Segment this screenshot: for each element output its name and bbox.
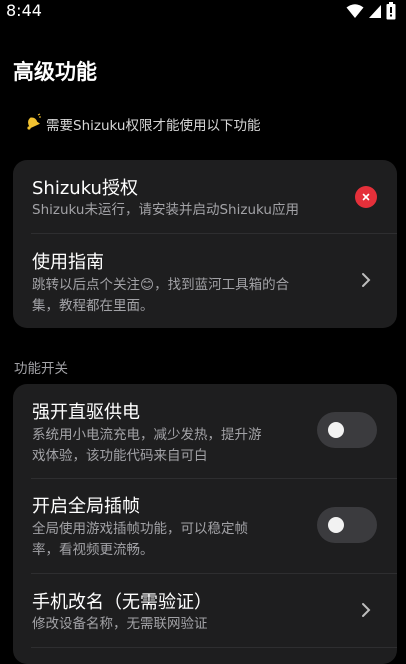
direct-power-row: 强开直驱供电 系统用小电流充电，减少发热，提升游 戏体验，该功能代码来自可白 <box>13 384 397 478</box>
shizuku-auth-desc: Shizuku未运行，请安装并启动Shizuku应用 <box>32 202 299 218</box>
usage-guide-desc-line2: 集，教程都在里面。 <box>32 298 154 314</box>
wifi-icon <box>346 3 364 23</box>
frame-interpolation-desc-line1: 全局使用游戏插帧功能，可以稳定帧 <box>32 521 248 537</box>
usage-guide-row[interactable]: 使用指南 跳转以后点个关注😊，找到蓝河工具箱的合 集，教程都在里面。 <box>13 234 397 328</box>
device-rename-row[interactable]: 手机改名（无需验证） 修改设备名称，无需联网验证 <box>13 574 397 648</box>
notice-text: 需要Shizuku权限才能使用以下功能 <box>46 118 261 134</box>
bell-icon <box>24 113 42 135</box>
chevron-right-icon <box>361 602 371 622</box>
status-bar: 8:44 <box>0 0 406 24</box>
status-icons <box>346 2 396 24</box>
frame-interpolation-row: 开启全局插帧 全局使用游戏插帧功能，可以稳定帧 率，看视频更流畅。 <box>13 479 397 573</box>
usage-guide-title: 使用指南 <box>32 252 104 273</box>
battery-icon <box>386 2 396 24</box>
toggle-knob <box>328 422 344 438</box>
signal-icon <box>368 3 382 23</box>
device-rename-desc: 修改设备名称，无需联网验证 <box>32 616 208 632</box>
toggle-knob <box>328 517 344 533</box>
direct-power-toggle[interactable] <box>317 412 377 448</box>
error-close-icon[interactable] <box>355 186 377 208</box>
status-time: 8:44 <box>6 1 42 20</box>
section-label: 功能开关 <box>14 361 68 377</box>
permission-notice: 需要Shizuku权限才能使用以下功能 <box>24 113 260 135</box>
device-rename-title: 手机改名（无需验证） <box>32 592 212 613</box>
page-title: 高级功能 <box>13 60 97 84</box>
feature-switches-card: 强开直驱供电 系统用小电流充电，减少发热，提升游 戏体验，该功能代码来自可白 开… <box>13 384 397 664</box>
divider <box>31 647 397 648</box>
usage-guide-desc-line1: 跳转以后点个关注😊，找到蓝河工具箱的合 <box>32 277 290 293</box>
direct-power-title: 强开直驱供电 <box>32 402 140 423</box>
frame-interpolation-title: 开启全局插帧 <box>32 496 140 517</box>
frame-interpolation-desc-line2: 率，看视频更流畅。 <box>32 542 154 558</box>
shizuku-auth-title: Shizuku授权 <box>32 178 138 199</box>
direct-power-desc-line2: 戏体验，该功能代码来自可白 <box>32 448 208 464</box>
frame-interpolation-toggle[interactable] <box>317 507 377 543</box>
direct-power-desc-line1: 系统用小电流充电，减少发热，提升游 <box>32 427 262 443</box>
shizuku-card: Shizuku授权 Shizuku未运行，请安装并启动Shizuku应用 使用指… <box>13 160 397 328</box>
chevron-right-icon <box>361 272 371 292</box>
shizuku-auth-row[interactable]: Shizuku授权 Shizuku未运行，请安装并启动Shizuku应用 <box>13 160 397 234</box>
